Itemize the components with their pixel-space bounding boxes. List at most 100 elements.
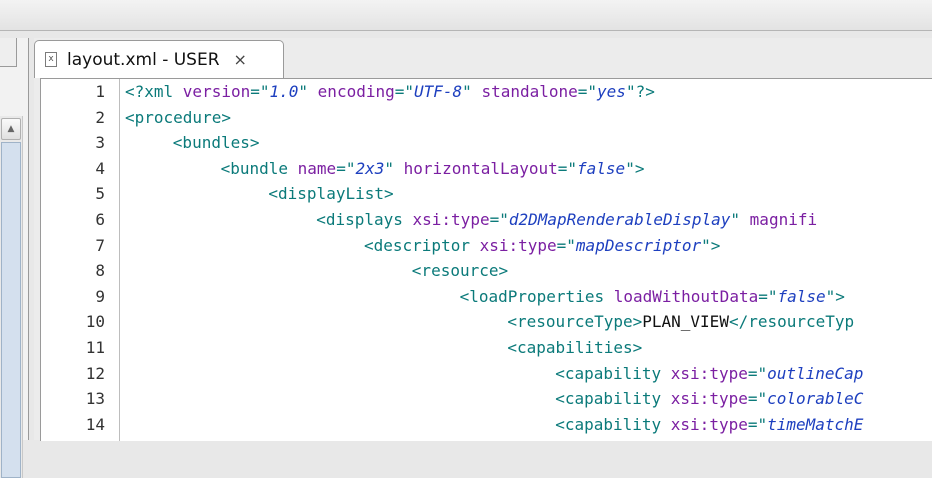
code-token-tag: <loadProperties (459, 286, 614, 306)
line-number: 6 (95, 210, 105, 229)
line-number: 1 (95, 82, 105, 101)
code-line[interactable]: 13 <capability xsi:type="colorableC (41, 386, 932, 412)
line-number: 10 (85, 312, 105, 332)
code-token-attr: standalone (481, 82, 578, 101)
editor-tab-layout-xml[interactable]: x layout.xml - USER × (34, 40, 284, 78)
code-token-val: UTF-8 (414, 82, 463, 101)
code-token-tag: <resource> (411, 261, 509, 281)
code-token-val: 1.0 (269, 82, 299, 101)
code-token-attr: xsi:type (670, 389, 748, 409)
code-token-tag: =" (577, 82, 598, 101)
code-token-tag: =" (747, 389, 768, 409)
code-line[interactable]: 2 <procedure> (41, 105, 932, 131)
code-text: <?xml version="1.0" encoding="UTF-8" sta… (125, 79, 655, 105)
line-number: 5 (95, 184, 105, 204)
code-token-val: d2DMapRenderableDisplay (508, 210, 731, 229)
code-token-tag: <capability (555, 363, 671, 383)
code-line[interactable]: 10 <resourceType>PLAN_VIEW</resourceTyp (41, 309, 932, 335)
code-token-tag: <bundles> (172, 133, 260, 153)
code-line[interactable]: 3 <bundles> (41, 130, 932, 156)
code-token-tag: "?> (625, 82, 655, 101)
code-text: <descriptor xsi:type="mapDescriptor"> (364, 233, 720, 259)
window-toolbar (0, 0, 932, 31)
xml-code-editor[interactable]: 1 <?xml version="1.0" encoding="UTF-8" st… (40, 78, 932, 441)
code-line[interactable]: 14 <capability xsi:type="timeMatchE (41, 412, 932, 438)
code-token-tag: <displayList> (268, 184, 394, 204)
code-text: <capability xsi:type="timeMatchE (555, 412, 863, 438)
code-text: <loadProperties loadWithoutData="false"> (460, 284, 845, 310)
code-token-attr: loadWithoutData (613, 286, 759, 306)
code-token-tag: <capability (555, 389, 671, 409)
scroll-up-arrow-icon[interactable]: ▲ (1, 118, 21, 140)
code-text: <bundle name="2x3" horizontalLayout="fal… (221, 156, 645, 182)
xml-file-icon: x (45, 52, 57, 67)
code-token-tag: <resourceType> (507, 312, 643, 332)
code-token-tag: " (462, 82, 482, 101)
code-token-tag: <procedure> (125, 107, 231, 127)
line-number: 13 (85, 389, 105, 409)
line-number: 8 (95, 261, 105, 281)
line-number: 7 (95, 235, 105, 255)
code-token-tag: <bundle (220, 158, 298, 178)
code-token-tag: <displays (316, 210, 413, 229)
code-token-tag: <capabilities> (507, 338, 643, 357)
code-token-tag: "> (625, 158, 645, 178)
code-line[interactable]: 9 <loadProperties loadWithoutData="false"… (41, 284, 932, 310)
code-line[interactable]: 6 <displays xsi:type="d2DMapRenderableDis… (41, 207, 932, 233)
code-text: <capability xsi:type="colorableC (555, 386, 863, 412)
editor-area: x layout.xml - USER × 1 <?xml version="1.… (34, 38, 932, 441)
code-token-tag: =" (556, 235, 576, 255)
left-panel-tab[interactable] (0, 38, 17, 67)
code-token-attr: name (297, 158, 337, 178)
code-line[interactable]: 12 <capability xsi:type="outlineCap (41, 361, 932, 387)
code-token-tag: "> (825, 286, 845, 306)
code-token-attr: version (182, 82, 251, 101)
code-token-tag: <descriptor (364, 235, 480, 255)
code-text: <capability xsi:type="outlineCap (555, 361, 863, 387)
code-token-val: colorableC (767, 389, 864, 409)
code-token-attr: xsi:type (479, 235, 557, 255)
left-panel-scroll-thumb[interactable] (1, 142, 21, 478)
code-token-val: outlineCap (767, 363, 864, 383)
editor-tab-label: layout.xml - USER (67, 49, 220, 70)
code-line[interactable]: 8 <resource> (41, 258, 932, 284)
code-text: <bundles> (173, 130, 260, 156)
code-text: <resourceType>PLAN_VIEW</resourceTyp (507, 309, 854, 335)
code-text: <displays xsi:type="d2DMapRenderableDisp… (316, 207, 817, 233)
code-token-tag: =" (250, 82, 270, 101)
code-token-val: mapDescriptor (575, 235, 702, 255)
code-token-attr: horizontalLayout (403, 158, 558, 178)
code-token-tag: =" (747, 414, 768, 434)
line-number: 2 (95, 107, 105, 127)
close-icon[interactable]: × (234, 50, 247, 69)
code-token-tag: =" (758, 286, 778, 306)
code-token-tag: <?xml (125, 82, 183, 101)
line-number: 4 (95, 158, 105, 178)
code-token-tag: =" (747, 363, 768, 383)
code-line[interactable]: 7 <descriptor xsi:type="mapDescriptor"> (41, 233, 932, 259)
code-token-val: false (577, 158, 626, 178)
code-token-tag: " (384, 158, 404, 178)
line-number: 11 (85, 338, 105, 357)
code-token-attr: xsi:type (412, 210, 490, 229)
code-token-val: false (777, 286, 826, 306)
code-token-tag: =" (489, 210, 509, 229)
code-token-attr: xsi:type (670, 414, 748, 434)
code-line[interactable]: 1 <?xml version="1.0" encoding="UTF-8" st… (41, 79, 932, 105)
code-token-attr: encoding (317, 82, 395, 101)
code-token-tag: " (298, 82, 318, 101)
code-token-attr: xsi:type (670, 363, 748, 383)
code-line[interactable]: 5 <displayList> (41, 181, 932, 207)
code-token-tag: "> (701, 235, 721, 255)
code-token-tag: <capability (555, 414, 671, 434)
line-number: 12 (85, 363, 105, 383)
code-text: <displayList> (268, 181, 393, 207)
line-number: 14 (85, 414, 105, 434)
code-line[interactable]: 4 <bundle name="2x3" horizontalLayout="fa… (41, 156, 932, 182)
line-number: 3 (95, 133, 105, 153)
code-text: <capabilities> (507, 335, 642, 361)
code-token-val: timeMatchE (767, 414, 864, 434)
left-view-panel: ▲ (0, 38, 29, 478)
code-line[interactable]: 11 <capabilities> (41, 335, 932, 361)
code-token-tag: " (730, 210, 750, 229)
